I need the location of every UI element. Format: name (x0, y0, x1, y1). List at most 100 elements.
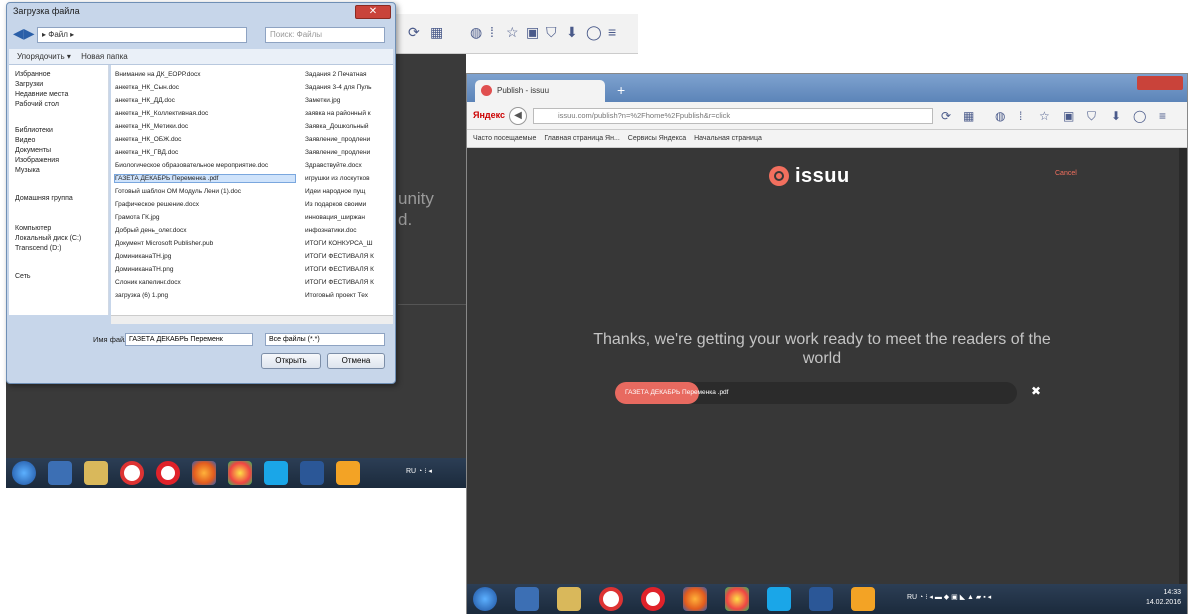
explorer-icon[interactable] (84, 461, 108, 485)
file-item[interactable]: ИТОГИ ФЕСТИВАЛЯ К (305, 266, 391, 273)
bookmark-panel-icon[interactable]: ▦ (963, 109, 974, 123)
chrome-icon[interactable] (228, 461, 252, 485)
pocket-icon[interactable]: ◍ (995, 109, 1005, 123)
clock[interactable]: 14:33 14.02.2016 (1146, 588, 1181, 608)
filetype-select[interactable]: Все файлы (*.*) (265, 333, 385, 346)
nav-pane-item[interactable]: Локальный диск (C:) (15, 235, 81, 242)
tab-publish-issuu[interactable]: Publish - issuu (475, 80, 605, 102)
new-tab-button[interactable]: + (617, 82, 625, 98)
app-icon[interactable] (851, 587, 875, 611)
opera-icon[interactable] (156, 461, 180, 485)
close-button[interactable]: ✕ (355, 5, 391, 19)
app-icon[interactable] (336, 461, 360, 485)
file-item[interactable]: анкетка_НК_Сын.doc (115, 84, 295, 91)
download-icon[interactable]: ⬇ (1111, 109, 1121, 123)
back-forward-icon[interactable]: ◀▶ (13, 25, 35, 42)
file-item[interactable]: ДоминиканаТН.jpg (115, 253, 295, 260)
file-item[interactable]: инновация_ширжан (305, 214, 391, 221)
file-item[interactable]: Готовый шаблон ОМ Модуль Лени (1).doc (115, 188, 295, 195)
search-input[interactable]: Поиск: Файлы (265, 27, 385, 43)
bookmark-item[interactable]: Часто посещаемые (473, 135, 536, 142)
file-item[interactable]: Задания 3-4 для Пуль (305, 84, 391, 91)
file-item[interactable]: ИТОГИ ФЕСТИВАЛЯ К (305, 279, 391, 286)
file-item[interactable]: Идеи народное пущ (305, 188, 391, 195)
vertical-scrollbar[interactable] (1179, 148, 1187, 584)
tray-icons[interactable]: RU ◔ ⁝ ◂ ▬ ◆ ▣ ◣ ▲ ▰ ▪ ◂ (907, 593, 991, 601)
file-item[interactable]: Здравствуйте.docx (305, 162, 391, 169)
skype-icon[interactable] (767, 587, 791, 611)
nav-pane-item[interactable]: Музыка (15, 167, 40, 174)
nav-pane-item[interactable]: Документы (15, 147, 51, 154)
window-close-button[interactable] (1137, 76, 1183, 90)
file-item[interactable]: Графическое решение.docx (115, 201, 295, 208)
horizontal-scrollbar[interactable] (111, 315, 393, 324)
media-player-icon[interactable] (48, 461, 72, 485)
star-icon[interactable]: ☆ (506, 24, 519, 41)
file-item[interactable]: Заметки.jpg (305, 97, 391, 104)
cancel-button[interactable]: Отмена (327, 353, 385, 369)
nav-pane-item[interactable]: Сеть (15, 273, 31, 280)
bookmark-panel-icon[interactable]: ▦ (430, 24, 443, 41)
bookmark-item[interactable]: Главная страница Ян... (544, 135, 619, 142)
start-button-icon[interactable] (473, 587, 497, 611)
file-item[interactable]: инфознатики.doc (305, 227, 391, 234)
filename-input[interactable]: ГАЗЕТА ДЕКАБРЬ Переменк (125, 333, 253, 346)
skype-icon[interactable] (264, 461, 288, 485)
nav-pane-item[interactable]: Загрузки (15, 81, 43, 88)
file-item[interactable]: анкетка_НК_ДД.doc (115, 97, 295, 104)
menu-dots-icon[interactable]: ⁞ (1019, 109, 1022, 123)
file-item[interactable]: Заявление_продлени (305, 136, 391, 143)
file-item[interactable]: анкетка_НК_ГВД.doc (115, 149, 295, 156)
file-item[interactable]: Внимание на ДК_ЕОРР.docx (115, 71, 295, 78)
file-item[interactable]: Добрый день_олег.docx (115, 227, 295, 234)
file-item[interactable]: игрушки из лоскутков (305, 175, 391, 182)
media-player-icon[interactable] (515, 587, 539, 611)
smiley-icon[interactable]: ◯ (1133, 109, 1146, 123)
file-item[interactable]: анкетка_НК_Коллективная.doc (115, 110, 295, 117)
remove-upload-icon[interactable]: ✖ (1031, 384, 1041, 398)
file-item[interactable]: Документ Microsoft Publisher.pub (115, 240, 295, 247)
url-bar[interactable]: issuu.com/publish?n=%2Fhome%2Fpublish&r=… (533, 108, 933, 124)
file-item[interactable]: Задания 2 Печатная (305, 71, 391, 78)
file-item[interactable]: Слоник капелинг.docx (115, 279, 295, 286)
word-icon[interactable] (809, 587, 833, 611)
address-bar[interactable]: ▸ Файл ▸ (37, 27, 247, 43)
file-item[interactable]: Итоговый проект Тех (305, 292, 391, 299)
firefox-icon[interactable] (683, 587, 707, 611)
nav-pane-item[interactable]: Видео (15, 137, 35, 144)
firefox-icon[interactable] (192, 461, 216, 485)
nav-pane-item[interactable]: Недавние места (15, 91, 68, 98)
file-item[interactable]: Заявка_Дошкольный (305, 123, 391, 130)
bookmark-item[interactable]: Сервисы Яндекса (628, 135, 686, 142)
yandex-browser-icon[interactable] (599, 587, 623, 611)
organize-button[interactable]: Упорядочить ▾ (17, 52, 71, 61)
bookmark-item[interactable]: Начальная страница (694, 135, 762, 142)
chrome-icon[interactable] (725, 587, 749, 611)
tray-icons[interactable]: RU ◔ ⁝ ◂ (406, 467, 432, 475)
shield-icon[interactable]: ⛉ (1087, 109, 1096, 124)
opera-icon[interactable] (641, 587, 665, 611)
nav-pane-item[interactable]: Библиотеки (15, 127, 53, 134)
smiley-icon[interactable]: ◯ (586, 24, 602, 41)
nav-pane-item[interactable]: Компьютер (15, 225, 51, 232)
file-item[interactable]: Из подарков своими (305, 201, 391, 208)
file-item[interactable]: ИТОГИ КОНКУРСА_Ш (305, 240, 391, 247)
file-item[interactable]: Биологическое образовательное мероприяти… (115, 162, 295, 169)
hamburger-menu-icon[interactable]: ≡ (608, 24, 616, 40)
lock-icon[interactable]: ▣ (526, 24, 539, 41)
file-item[interactable]: ДоминиканаТН.png (115, 266, 295, 273)
file-item[interactable]: заявка на районный к (305, 110, 391, 117)
word-icon[interactable] (300, 461, 324, 485)
menu-dots-icon[interactable]: ⁞ (490, 24, 494, 40)
file-item[interactable]: анкетка_НК_Метики.doc (115, 123, 295, 130)
yandex-logo[interactable]: Яндекс (473, 110, 505, 120)
back-arrow-icon[interactable]: ◀ (509, 107, 527, 125)
star-icon[interactable]: ☆ (1039, 109, 1050, 123)
lock-icon[interactable]: ▣ (1063, 109, 1074, 123)
nav-pane-item[interactable]: Изображения (15, 157, 59, 164)
start-button-icon[interactable] (12, 461, 36, 485)
yandex-browser-icon[interactable] (120, 461, 144, 485)
download-icon[interactable]: ⬇ (566, 24, 578, 41)
pocket-icon[interactable]: ◍ (470, 24, 482, 41)
nav-pane-item[interactable]: Домашняя группа (15, 195, 73, 202)
